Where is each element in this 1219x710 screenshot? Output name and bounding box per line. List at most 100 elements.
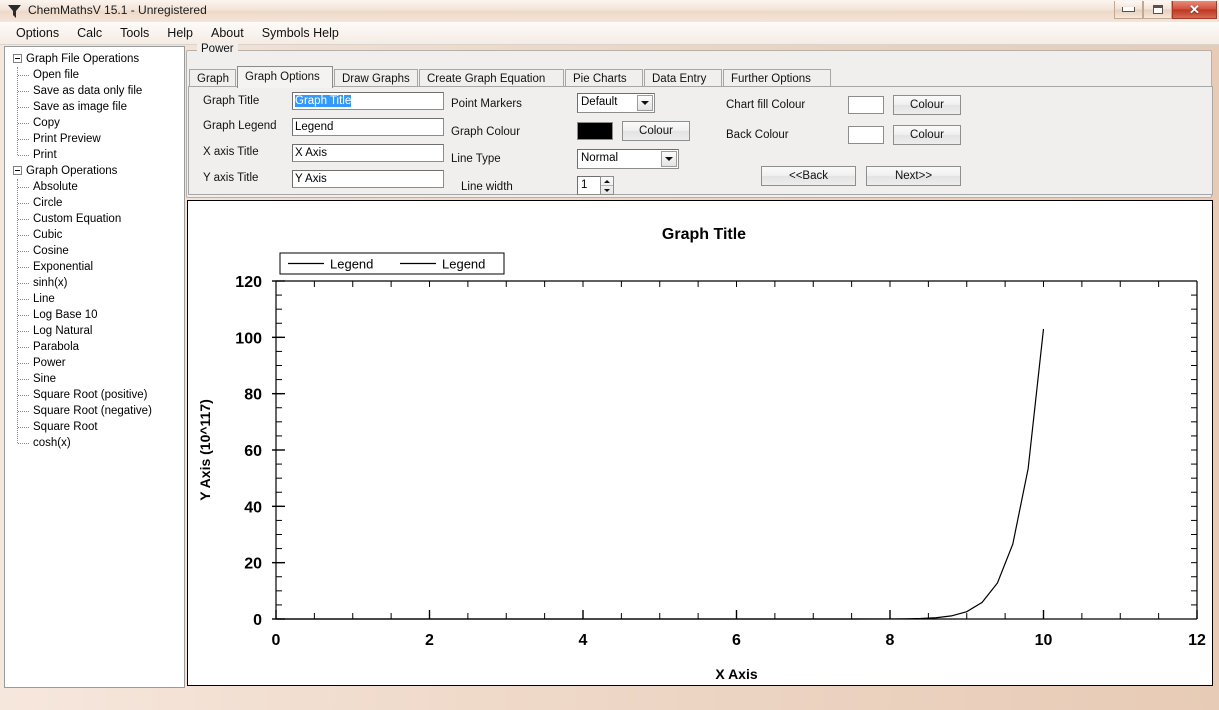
operations-tree-panel[interactable]: Graph File Operations Open file Save as da… (4, 46, 185, 688)
graph-colour-button[interactable]: Colour (622, 121, 690, 141)
menu-item-about[interactable]: About (202, 24, 253, 43)
x-axis-title: X Axis (715, 666, 757, 682)
tree-item-label: Square Root (33, 421, 98, 433)
tab-strip: Graph Graph Options Draw Graphs Create Grap… (188, 66, 1213, 88)
tab-further-options[interactable]: Further Options (723, 69, 831, 87)
tree-item-copy[interactable]: Copy (5, 115, 184, 131)
graph-canvas: Graph Title0 2 4 6 8 10 12020406080100120X Axi… (197, 226, 1206, 682)
tree-item-sine[interactable]: Sine (5, 371, 184, 387)
back-colour-swatch[interactable] (848, 126, 884, 144)
tree-item-absolute[interactable]: Absolute (5, 179, 184, 195)
tab-create-graph-equation[interactable]: Create Graph Equation (419, 69, 564, 87)
tree-item-cubic[interactable]: Cubic (5, 227, 184, 243)
tree-item-label: Square Root (negative) (33, 405, 152, 417)
tree-guide-line (18, 443, 29, 444)
close-button[interactable]: ✕ (1172, 1, 1217, 19)
tree-guide-line (18, 155, 29, 156)
chevron-down-icon[interactable] (637, 95, 653, 111)
collapse-icon[interactable] (13, 54, 22, 63)
tab-pie-charts[interactable]: Pie Charts (565, 69, 643, 87)
tree-item-line[interactable]: Line (5, 291, 184, 307)
collapse-icon[interactable] (13, 166, 22, 175)
tree-item-sinh-x[interactable]: sinh(x) (5, 275, 184, 291)
tab-draw-graphs[interactable]: Draw Graphs (334, 69, 418, 87)
menu-item-tools[interactable]: Tools (111, 24, 158, 43)
graph-title-input[interactable]: Graph Title (292, 92, 444, 110)
tree-item-print[interactable]: Print (5, 147, 184, 163)
tree-item-circle[interactable]: Circle (5, 195, 184, 211)
title-bar: ChemMathsV 15.1 - Unregistered ✕ (0, 0, 1219, 23)
tree-item-save-as-image-file[interactable]: Save as image file (5, 99, 184, 115)
stepper-up-icon[interactable] (601, 177, 613, 186)
back-colour-button[interactable]: Colour (893, 125, 961, 145)
point-markers-select[interactable]: Default (577, 93, 655, 113)
minimize-icon (1122, 7, 1135, 12)
tree-item-log-base-10[interactable]: Log Base 10 (5, 307, 184, 323)
chart-fill-colour-button[interactable]: Colour (893, 95, 961, 115)
x-axis-title-input[interactable]: X Axis (292, 144, 444, 162)
tree-item-exponential[interactable]: Exponential (5, 259, 184, 275)
chart-panel[interactable]: Graph Title 0 2 4 6 8 10 12 0 20 40 60 80 100 120 X Axi… (187, 200, 1213, 686)
tree-item-log-natural[interactable]: Log Natural (5, 323, 184, 339)
back-button[interactable]: <<Back (761, 166, 856, 186)
graph-colour-swatch[interactable] (577, 122, 613, 140)
menu-item-options[interactable]: Options (7, 24, 68, 43)
tree-group-graph-file-operations[interactable]: Graph File Operations (5, 51, 184, 67)
tab-label: Graph Options (245, 71, 320, 83)
tree-item-square-root-negative[interactable]: Square Root (negative) (5, 403, 184, 419)
tree-guide-line (18, 411, 29, 412)
tree-item-save-as-data-only-file[interactable]: Save as data only file (5, 83, 184, 99)
tab-label: Graph (197, 73, 229, 85)
minimize-button[interactable] (1114, 1, 1143, 19)
y-axis-title-input[interactable]: Y Axis (292, 170, 444, 188)
tree-item-custom-equation[interactable]: Custom Equation (5, 211, 184, 227)
tree-guide-line (18, 235, 29, 236)
tree-guide-line (18, 251, 29, 252)
tree-guide-line (18, 315, 29, 316)
tree-item-square-root-positive[interactable]: Square Root (positive) (5, 387, 184, 403)
stepper-down-icon[interactable] (601, 186, 613, 194)
tree-item-label: Cubic (33, 229, 63, 241)
y-tick-label: 80 (244, 387, 262, 404)
chart-fill-colour-swatch[interactable] (848, 96, 884, 114)
tree-item-print-preview[interactable]: Print Preview (5, 131, 184, 147)
maximize-button[interactable] (1143, 1, 1172, 19)
menu-item-calc[interactable]: Calc (68, 24, 111, 43)
tree-guide-line (18, 331, 29, 332)
operations-tree: Graph File Operations Open file Save as da… (5, 47, 184, 451)
tree-guide-line (18, 139, 29, 140)
tree-guide-line (18, 267, 29, 268)
menu-item-symbols-help[interactable]: Symbols Help (253, 24, 348, 43)
line-width-stepper[interactable] (600, 176, 614, 195)
tree-item-label: Print (33, 149, 57, 161)
tree-item-label: Sine (33, 373, 57, 385)
legend-label-0: Legend (330, 257, 373, 272)
tree-guide-line (18, 347, 29, 348)
menu-item-help[interactable]: Help (158, 24, 202, 43)
tree-item-open-file[interactable]: Open file (5, 67, 184, 83)
graph-legend-input[interactable]: Legend (292, 118, 444, 136)
tree-item-square-root[interactable]: Square Root (5, 419, 184, 435)
tree-item-cosine[interactable]: Cosine (5, 243, 184, 259)
tree-item-power[interactable]: Power (5, 355, 184, 371)
tree-group-graph-operations[interactable]: Graph Operations (5, 163, 184, 179)
tree-item-label: Cosine (33, 245, 69, 257)
tree-guide-line (18, 379, 29, 380)
line-type-select[interactable]: Normal (577, 149, 679, 169)
graph-title-value: Graph Title (295, 95, 352, 107)
tab-graph-options[interactable]: Graph Options (237, 66, 333, 88)
y-axis-title: Y Axis (10^117) (197, 399, 213, 501)
tab-data-entry[interactable]: Data Entry (644, 69, 722, 87)
legend-label-1: Legend (442, 257, 485, 272)
tree-item-cosh-x[interactable]: cosh(x) (5, 435, 184, 451)
line-width-input[interactable]: 1 (577, 176, 601, 195)
tree-guide-line (18, 91, 29, 92)
tree-item-label: Square Root (positive) (33, 389, 148, 401)
tree-item-label: Custom Equation (33, 213, 122, 225)
groupbox-title: Power (197, 43, 238, 55)
tree-item-parabola[interactable]: Parabola (5, 339, 184, 355)
next-button[interactable]: Next>> (866, 166, 961, 186)
tab-graph[interactable]: Graph (189, 69, 236, 87)
chevron-down-icon[interactable] (661, 151, 677, 167)
y-tick-label: 120 (235, 274, 262, 291)
